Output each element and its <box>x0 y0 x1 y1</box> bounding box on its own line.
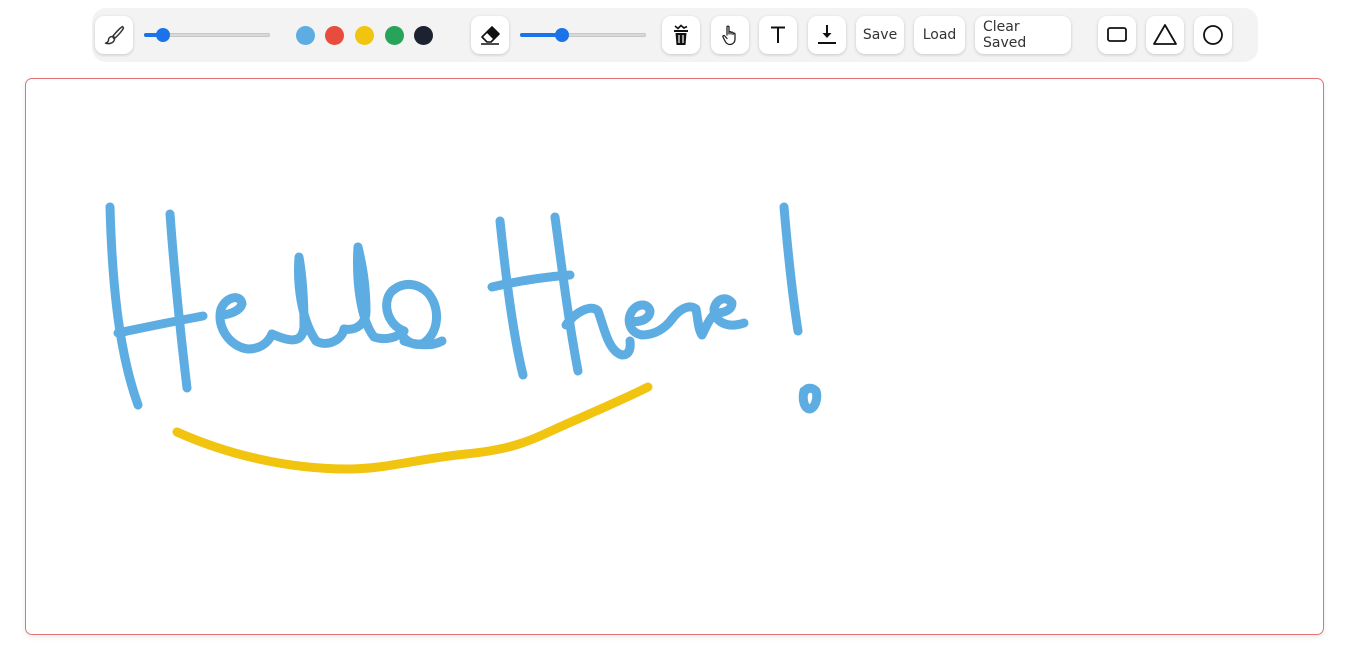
color-swatch-yellow[interactable] <box>355 26 374 45</box>
load-button-label: Load <box>922 27 957 43</box>
color-swatch-black[interactable] <box>414 26 433 45</box>
handwriting-drawing <box>105 202 822 474</box>
handwriting-stroke-h-crossbar <box>113 311 208 338</box>
color-swatch-green[interactable] <box>385 26 404 45</box>
trash-icon <box>669 23 693 47</box>
rectangle-icon <box>1105 23 1129 47</box>
handwriting-stroke-o-tail <box>399 336 447 350</box>
download-icon <box>815 23 839 47</box>
circle-icon <box>1201 23 1225 47</box>
clear-saved-button-label: Clear Saved <box>983 19 1027 51</box>
eraser-size-slider[interactable] <box>520 28 646 42</box>
download-button[interactable] <box>808 16 846 54</box>
toolbar: Save Load Clear Saved <box>92 8 1258 62</box>
load-button[interactable]: Load <box>914 16 965 54</box>
hand-pointer-icon <box>718 23 742 47</box>
eraser-size-thumb[interactable] <box>554 28 569 42</box>
handwriting-stroke-h-left <box>105 202 143 410</box>
handwriting-stroke-r <box>667 302 721 340</box>
handwriting-stroke-l-first <box>267 252 349 348</box>
underline-stroke <box>172 382 653 474</box>
circle-tool-button[interactable] <box>1194 16 1232 54</box>
clear-saved-button[interactable]: Clear Saved <box>975 16 1071 54</box>
rectangle-tool-button[interactable] <box>1098 16 1136 54</box>
handwriting-stroke-exclamation-dot <box>798 383 822 414</box>
color-swatch-red[interactable] <box>325 26 344 45</box>
handwriting-stroke-e-third <box>709 294 749 330</box>
save-button-label: Save <box>862 27 898 43</box>
brush-icon <box>102 23 126 47</box>
handwriting-stroke-h-right <box>165 209 192 393</box>
handwriting-stroke-exclamation <box>779 202 803 336</box>
eraser-button[interactable] <box>471 16 509 54</box>
clear-canvas-button[interactable] <box>662 16 700 54</box>
drawing-canvas[interactable] <box>25 78 1324 635</box>
triangle-icon <box>1152 22 1178 48</box>
pan-tool-button[interactable] <box>711 16 749 54</box>
brush-size-thumb[interactable] <box>155 28 170 42</box>
brush-size-slider[interactable] <box>144 28 270 42</box>
handwriting-stroke-e <box>215 293 277 354</box>
handwriting-stroke-e-second <box>624 300 677 340</box>
text-tool-icon <box>766 23 790 47</box>
text-tool-button[interactable] <box>759 16 797 54</box>
handwriting-stroke-h-stem <box>550 212 583 376</box>
save-button[interactable]: Save <box>856 16 904 54</box>
brush-button[interactable] <box>95 16 133 54</box>
color-swatch-blue[interactable] <box>296 26 315 45</box>
handwriting-stroke-t-stem <box>495 216 528 380</box>
triangle-tool-button[interactable] <box>1146 16 1184 54</box>
eraser-icon <box>478 23 502 47</box>
